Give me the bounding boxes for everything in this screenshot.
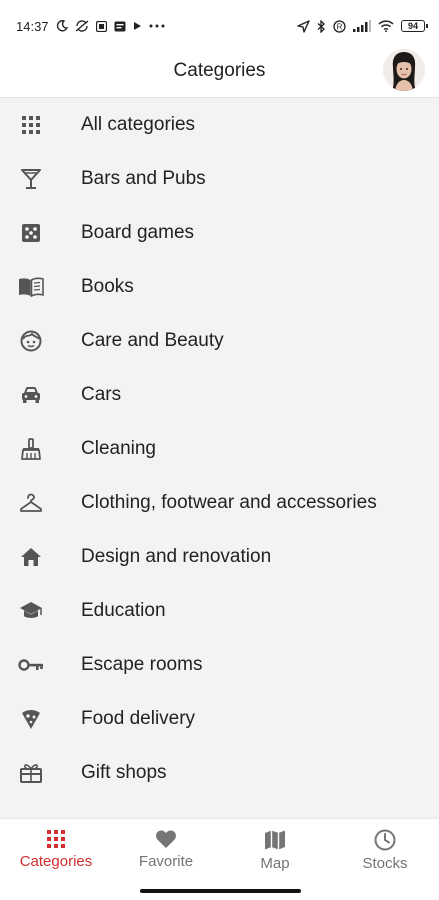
avatar[interactable] — [383, 49, 425, 91]
play-icon — [133, 22, 141, 30]
face-icon — [18, 329, 44, 353]
app-header: Categories — [0, 44, 439, 98]
more-dots-icon — [149, 24, 165, 28]
map-icon — [265, 830, 285, 850]
notification-app-icon — [95, 20, 107, 32]
nav-tab-label: Map — [260, 855, 290, 872]
signal-icon — [353, 20, 371, 32]
category-item-education[interactable]: Education — [0, 584, 439, 638]
car-icon — [18, 383, 44, 407]
category-list-container[interactable]: All categories Bars and Pubs Board games… — [0, 98, 439, 818]
book-icon — [18, 275, 44, 299]
nav-tab-categories[interactable]: Categories — [1, 829, 111, 870]
cocktail-glass-icon — [18, 167, 44, 191]
category-label: Clothing, footwear and accessories — [81, 492, 377, 513]
bottom-navigation: Categories Favorite Map Stocks — [0, 818, 439, 900]
category-label: All categories — [81, 114, 196, 135]
category-list: All categories Bars and Pubs Board games… — [0, 98, 439, 800]
grid-icon — [47, 830, 65, 848]
svg-text:R: R — [337, 22, 343, 31]
category-label: Gift shops — [81, 762, 167, 783]
dice-icon — [18, 221, 44, 245]
category-item-books[interactable]: Books — [0, 260, 439, 314]
nav-tab-label: Favorite — [138, 853, 194, 870]
category-label: Books — [81, 276, 134, 297]
nav-tab-label: Categories — [19, 853, 93, 870]
category-item-care-and-beauty[interactable]: Care and Beauty — [0, 314, 439, 368]
grid-icon — [18, 113, 44, 137]
house-icon — [18, 545, 44, 569]
category-label: Cleaning — [81, 438, 156, 459]
category-item-cleaning[interactable]: Cleaning — [0, 422, 439, 476]
category-label: Education — [81, 600, 166, 621]
hanger-icon — [18, 491, 44, 515]
category-item-board-games[interactable]: Board games — [0, 206, 439, 260]
category-item-design-and-renovation[interactable]: Design and renovation — [0, 530, 439, 584]
category-item-escape-rooms[interactable]: Escape rooms — [0, 638, 439, 692]
broom-icon — [18, 437, 44, 461]
clock-icon — [374, 829, 396, 851]
category-label: Design and renovation — [81, 546, 272, 567]
graduation-cap-icon — [18, 599, 44, 623]
moon-icon — [56, 20, 68, 32]
user-photo-icon — [383, 49, 425, 91]
nav-tab-stocks[interactable]: Stocks — [330, 829, 439, 872]
category-item-food-delivery[interactable]: Food delivery — [0, 692, 439, 746]
key-icon — [18, 653, 44, 677]
sync-off-icon — [75, 20, 88, 32]
status-bar-right: R 94 — [297, 19, 428, 33]
home-indicator[interactable] — [140, 889, 301, 893]
gift-icon — [18, 761, 44, 785]
registered-icon: R — [333, 19, 346, 33]
wifi-icon — [378, 20, 394, 32]
category-item-gift-shops[interactable]: Gift shops — [0, 746, 439, 800]
nav-tab-map[interactable]: Map — [220, 829, 330, 872]
nav-tab-favorite[interactable]: Favorite — [111, 829, 221, 870]
bluetooth-icon — [317, 19, 325, 33]
pizza-icon — [18, 707, 44, 731]
message-app-icon — [114, 21, 126, 31]
category-label: Cars — [81, 384, 122, 405]
category-item-cars[interactable]: Cars — [0, 368, 439, 422]
nav-tab-label: Stocks — [362, 855, 408, 872]
category-label: Board games — [81, 222, 195, 243]
category-item-all[interactable]: All categories — [0, 98, 439, 152]
category-label: Food delivery — [81, 708, 196, 729]
status-time: 14:37 — [16, 18, 49, 34]
status-bar-left: 14:37 — [16, 19, 165, 34]
category-item-bars-and-pubs[interactable]: Bars and Pubs — [0, 152, 439, 206]
battery-icon: 94 — [401, 20, 428, 32]
category-label: Care and Beauty — [81, 330, 224, 351]
location-arrow-icon — [297, 19, 310, 33]
category-label: Escape rooms — [81, 654, 203, 675]
page-title: Categories — [173, 59, 266, 81]
category-label: Bars and Pubs — [81, 168, 206, 189]
category-item-clothing[interactable]: Clothing, footwear and accessories — [0, 476, 439, 530]
heart-icon — [156, 830, 176, 848]
